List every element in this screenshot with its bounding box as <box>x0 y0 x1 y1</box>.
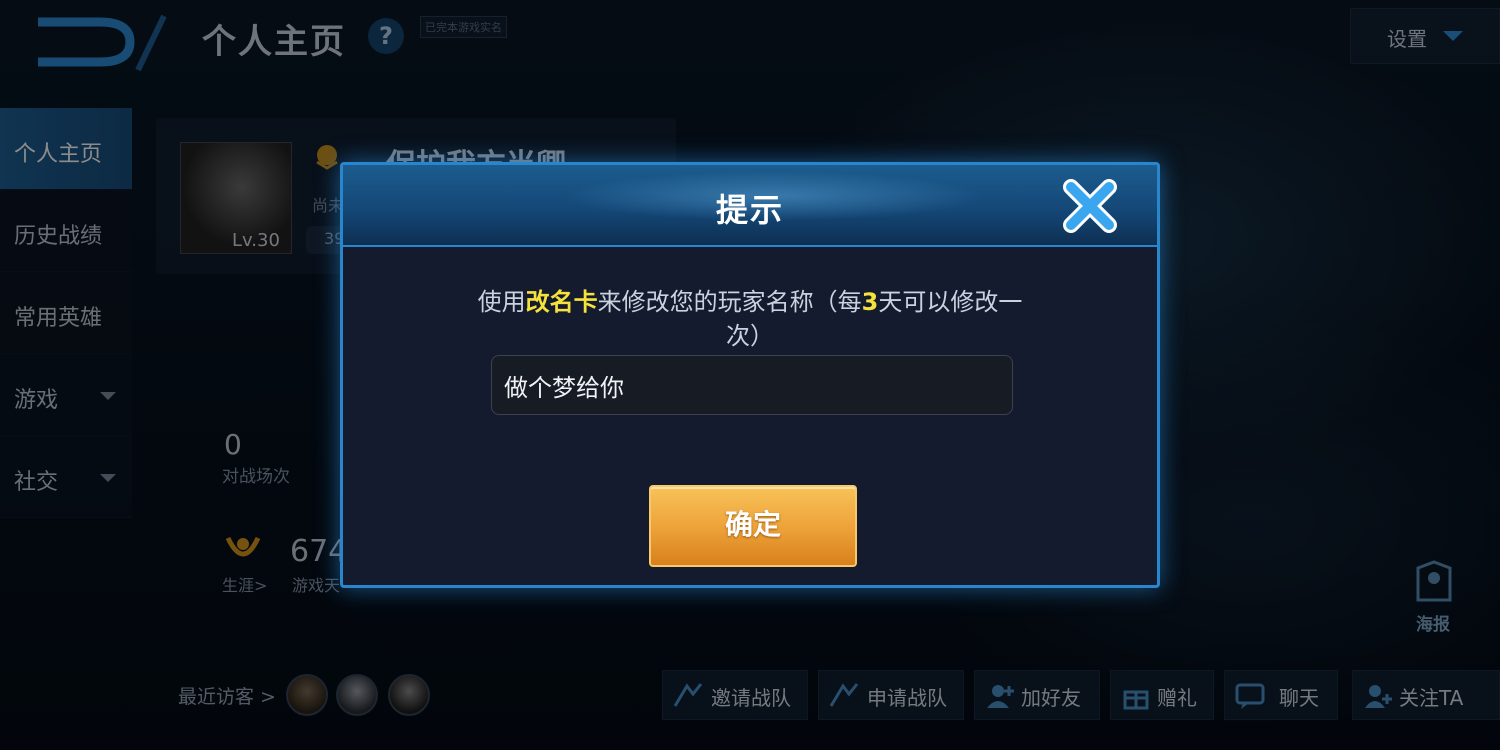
confirm-button[interactable]: 确定 <box>649 485 857 567</box>
msg-prefix: 使用 <box>477 288 526 316</box>
close-icon[interactable] <box>1061 177 1119 235</box>
dialog-message: 使用改名卡来修改您的玩家名称（每3天可以修改一次） <box>463 285 1037 353</box>
rename-card-highlight: 改名卡 <box>525 288 598 316</box>
days-highlight: 3 <box>861 288 879 316</box>
dialog-title: 提示 <box>715 191 784 229</box>
rename-dialog: 提示 使用改名卡来修改您的玩家名称（每3天可以修改一次） 确定 <box>340 162 1160 588</box>
player-name-input[interactable] <box>491 355 1013 415</box>
dialog-header: 提示 <box>343 165 1157 247</box>
msg-middle: 来修改您的玩家名称（每 <box>597 288 862 316</box>
